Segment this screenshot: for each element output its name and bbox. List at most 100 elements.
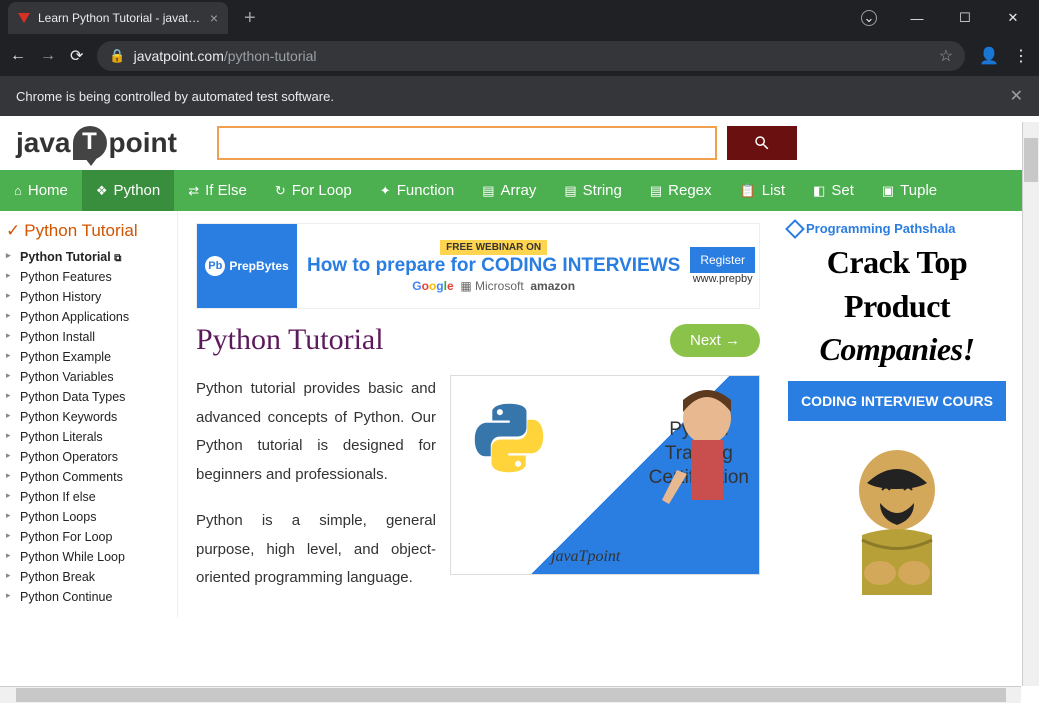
sidebar-item[interactable]: Python While Loop — [6, 547, 171, 567]
nav-home[interactable]: ⌂Home — [0, 170, 82, 211]
sidebar-item[interactable]: Python If else — [6, 487, 171, 507]
incognito-icon[interactable]: ⌄ — [847, 3, 891, 33]
url-path: /python-tutorial — [224, 48, 317, 64]
sidebar-item[interactable]: Python Loops — [6, 507, 171, 527]
tab-favicon — [18, 13, 30, 23]
vertical-scrollbar[interactable] — [1022, 122, 1039, 686]
back-button[interactable]: ← — [10, 47, 26, 65]
paragraph: Python tutorial provides basic and advan… — [196, 375, 436, 489]
string-icon: ▤ — [564, 183, 576, 199]
site-logo[interactable]: javaTpoint — [16, 126, 177, 160]
sidebar-item[interactable]: Python Operators — [6, 447, 171, 467]
sidebar-item[interactable]: Python History — [6, 287, 171, 307]
horizontal-scrollbar[interactable] — [0, 686, 1021, 703]
sidebar: Python Tutorial Python Tutorial ⧉ Python… — [0, 211, 178, 617]
sidebar-item[interactable]: Python Break — [6, 567, 171, 587]
search-icon — [753, 134, 771, 152]
ad-register-button[interactable]: Register — [690, 247, 755, 273]
python-logo-icon — [471, 400, 547, 476]
automation-infobar: Chrome is being controlled by automated … — [0, 76, 1039, 116]
ad-headline: How to prepare for CODING INTERVIEWS — [303, 255, 684, 277]
sidebar-item[interactable]: Python Variables — [6, 367, 171, 387]
scrollbar-thumb[interactable] — [16, 688, 1006, 702]
forward-button[interactable]: → — [40, 47, 56, 65]
list-icon: 📋 — [740, 183, 756, 199]
ad-heading: Crack Top — [788, 246, 1006, 280]
sidebar-item[interactable]: Python Continue — [6, 587, 171, 607]
page-title: Python Tutorial — [196, 323, 384, 357]
sidebar-item[interactable]: Python Literals — [6, 427, 171, 447]
lock-icon: 🔒 — [109, 48, 125, 64]
nav-list[interactable]: 📋List — [726, 170, 800, 211]
nav-tuple[interactable]: ▣Tuple — [868, 170, 951, 211]
tuple-icon: ▣ — [882, 183, 894, 199]
home-icon: ⌂ — [14, 183, 22, 198]
main-content: PbPrepBytes FREE WEBINAR ON How to prepa… — [178, 211, 778, 617]
new-tab-button[interactable]: + — [234, 7, 266, 30]
tab-bar: Learn Python Tutorial - javatpoin × + ⌄ … — [0, 0, 1039, 36]
ad-heading: Companies! — [788, 333, 1006, 367]
right-sidebar-ad[interactable]: Programming Pathshala Crack Top Product … — [778, 211, 1006, 617]
search-button[interactable] — [727, 126, 797, 160]
branch-icon: ⇄ — [188, 183, 199, 199]
reload-button[interactable]: ⟳ — [70, 46, 83, 66]
sidebar-item[interactable]: Python Comments — [6, 467, 171, 487]
sidebar-item[interactable]: Python Data Types — [6, 387, 171, 407]
scrollbar-thumb[interactable] — [1024, 138, 1038, 182]
sidebar-item[interactable]: Python Keywords — [6, 407, 171, 427]
sidebar-item[interactable]: Python Tutorial ⧉ — [6, 247, 171, 267]
bookmark-icon[interactable]: ☆ — [939, 46, 953, 66]
sidebar-heading: Python Tutorial — [6, 221, 171, 241]
ad-tag: FREE WEBINAR ON — [440, 240, 547, 255]
tab-title: Learn Python Tutorial - javatpoin — [38, 11, 202, 25]
ad-brand-logo: PbPrepBytes — [197, 223, 297, 309]
nav-forloop[interactable]: ↻For Loop — [261, 170, 366, 211]
sidebar-item[interactable]: Python For Loop — [6, 527, 171, 547]
diamond-icon — [785, 219, 805, 239]
search-input[interactable] — [217, 126, 717, 160]
set-icon: ◧ — [813, 183, 825, 199]
ad-heading: Product — [788, 290, 1006, 324]
nav-array[interactable]: ▤Array — [468, 170, 550, 211]
sidebar-item[interactable]: Python Install — [6, 327, 171, 347]
nav-python[interactable]: ❖Python — [82, 170, 174, 211]
close-tab-icon[interactable]: × — [210, 10, 218, 26]
url-input[interactable]: 🔒 javatpoint.com/python-tutorial ☆ — [97, 41, 965, 71]
sidebar-item[interactable]: Python Features — [6, 267, 171, 287]
profile-icon[interactable]: 👤 — [979, 46, 999, 66]
nav-set[interactable]: ◧Set — [799, 170, 868, 211]
loop-icon: ↻ — [275, 183, 286, 199]
infobar-text: Chrome is being controlled by automated … — [16, 89, 334, 104]
ad-illustration — [788, 435, 1006, 595]
array-icon: ▤ — [482, 183, 494, 199]
paragraph: Python is a simple, general purpose, hig… — [196, 507, 436, 593]
ad-banner[interactable]: PbPrepBytes FREE WEBINAR ON How to prepa… — [196, 223, 760, 309]
next-button[interactable]: Next → — [670, 324, 760, 357]
ad-brand: Programming Pathshala — [788, 221, 1006, 236]
nav-regex[interactable]: ▤Regex — [636, 170, 726, 211]
feature-image: PythonTrainingCertification javaTpoint — [450, 375, 760, 575]
sidebar-item[interactable]: Python Example — [6, 347, 171, 367]
person-illustration — [657, 380, 757, 530]
feature-image-brand: javaTpoint — [551, 548, 620, 566]
regex-icon: ▤ — [650, 183, 662, 199]
maximize-button[interactable]: ☐ — [943, 3, 987, 33]
python-icon: ❖ — [96, 183, 108, 199]
url-host: javatpoint.com — [134, 48, 224, 64]
main-nav: ⌂Home ❖Python ⇄If Else ↻For Loop ✦Functi… — [0, 170, 1039, 211]
nav-function[interactable]: ✦Function — [366, 170, 468, 211]
minimize-button[interactable]: — — [895, 3, 939, 33]
external-link-icon: ⧉ — [114, 253, 121, 264]
browser-tab[interactable]: Learn Python Tutorial - javatpoin × — [8, 2, 228, 34]
address-bar: ← → ⟳ 🔒 javatpoint.com/python-tutorial ☆… — [0, 36, 1039, 76]
function-icon: ✦ — [380, 183, 391, 199]
close-window-button[interactable]: ✕ — [991, 3, 1035, 33]
ad-brands: Google ▦ Microsoft amazon — [303, 279, 684, 293]
ad-cta-button[interactable]: CODING INTERVIEW COURS — [788, 381, 1006, 421]
nav-ifelse[interactable]: ⇄If Else — [174, 170, 261, 211]
nav-string[interactable]: ▤String — [550, 170, 635, 211]
menu-icon[interactable]: ⋮ — [1013, 46, 1029, 66]
ad-url: www.prepby — [690, 273, 755, 285]
infobar-close-icon[interactable]: ✕ — [1010, 86, 1023, 106]
sidebar-item[interactable]: Python Applications — [6, 307, 171, 327]
